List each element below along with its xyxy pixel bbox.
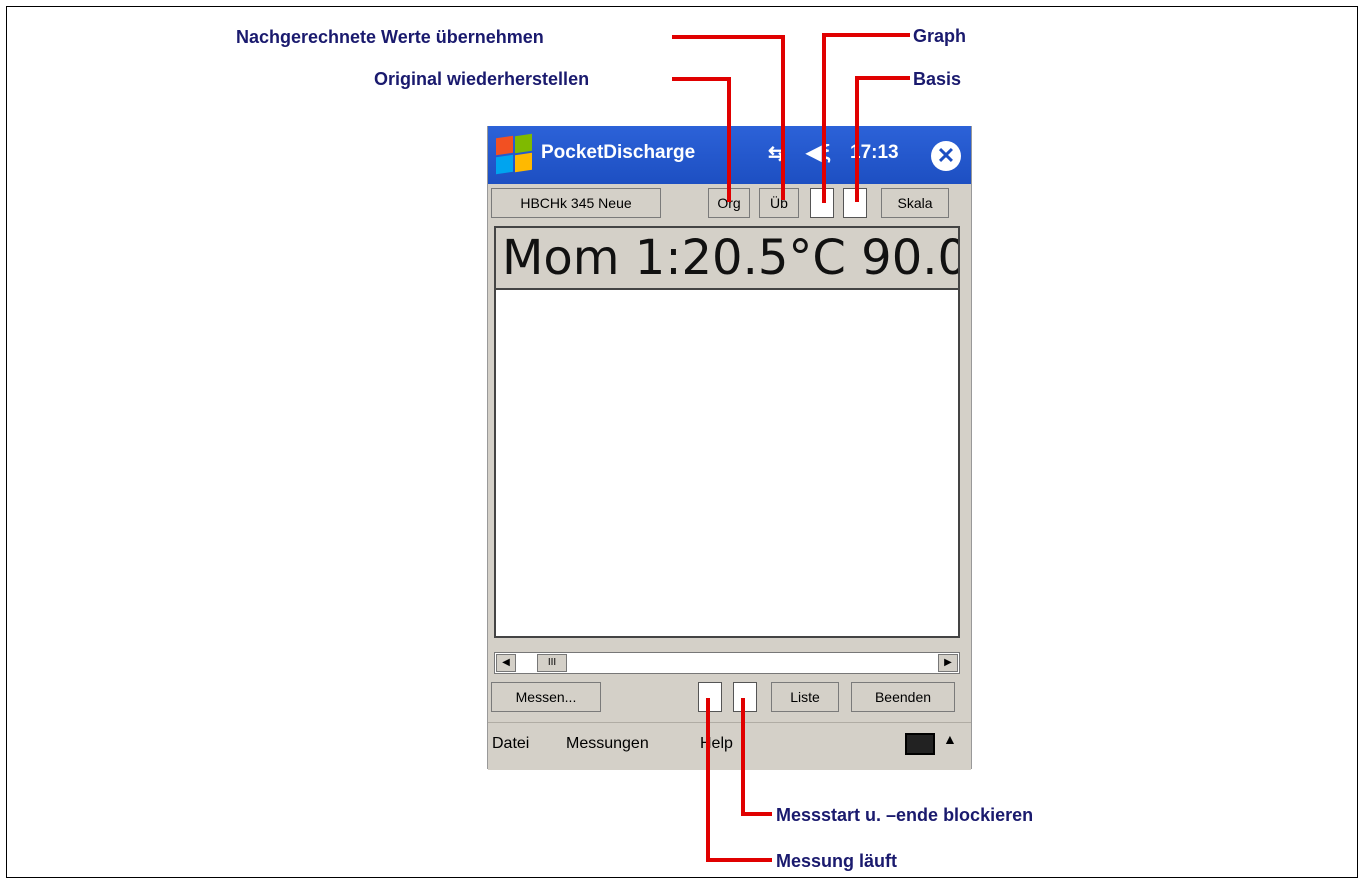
callout-line (855, 76, 859, 202)
callout-line (706, 698, 710, 862)
messung-laeuft-checkbox[interactable] (698, 682, 722, 712)
uebernehmen-button[interactable]: Üb (759, 188, 799, 218)
close-icon[interactable]: ✕ (931, 141, 961, 171)
callout-nachgerechnete-werte: Nachgerechnete Werte übernehmen (236, 27, 544, 47)
device-name-button[interactable]: HBCHk 345 Neue (491, 188, 661, 218)
scroll-thumb[interactable]: III (537, 654, 567, 672)
menu-bar: Datei Messungen Help ▲ (488, 722, 971, 770)
windows-start-icon[interactable] (494, 133, 534, 175)
callout-basis: Basis (913, 69, 962, 89)
callout-line (855, 76, 910, 80)
liste-button[interactable]: Liste (771, 682, 839, 712)
callout-messstart-blockieren: Messstart u. –ende blockieren (776, 805, 1034, 825)
app-title: PocketDischarge (541, 142, 696, 163)
menu-datei[interactable]: Datei (492, 735, 529, 753)
scroll-right-icon[interactable]: ▶ (938, 654, 958, 672)
callout-line (672, 77, 730, 81)
blockieren-checkbox[interactable] (733, 682, 757, 712)
callout-line (706, 858, 772, 862)
callout-original-wiederherstellen: Original wiederherstellen (374, 69, 590, 89)
input-menu-arrow-icon[interactable]: ▲ (943, 731, 957, 747)
skala-button[interactable]: Skala (881, 188, 949, 218)
horizontal-scrollbar[interactable]: ◀ III ▶ (494, 652, 960, 674)
keyboard-icon[interactable] (905, 733, 935, 755)
messen-button[interactable]: Messen... (491, 682, 601, 712)
callout-line (741, 812, 772, 816)
callout-line (741, 698, 745, 816)
callout-messung-laeuft: Messung läuft (776, 851, 898, 871)
callout-line (822, 33, 826, 203)
measurement-readout: Mom 1:20.5°C 90.0 (494, 226, 960, 290)
callout-line (822, 33, 910, 37)
callout-line (727, 77, 731, 202)
menu-help[interactable]: Help (700, 735, 733, 753)
callout-line (781, 35, 785, 200)
beenden-button[interactable]: Beenden (851, 682, 955, 712)
speaker-muted-icon[interactable]: ◀ξ (806, 140, 830, 165)
menu-messungen[interactable]: Messungen (566, 735, 649, 753)
callout-graph: Graph (913, 26, 967, 46)
callout-line (672, 35, 784, 39)
pocketpc-window: PocketDischarge ⇆ ◀ξ 17:13 ✕ HBCHk 345 N… (487, 126, 972, 770)
scroll-left-icon[interactable]: ◀ (496, 654, 516, 672)
